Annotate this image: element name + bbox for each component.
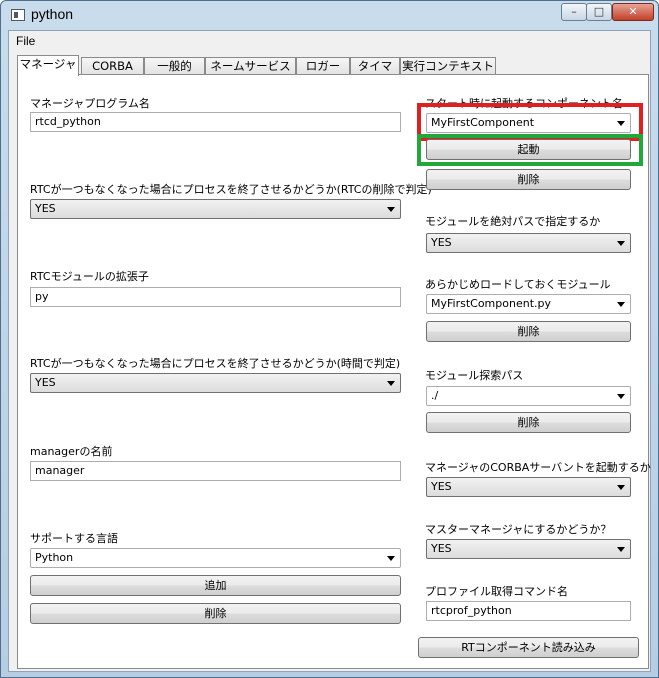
tab-timer[interactable]: タイマ <box>350 57 400 75</box>
delete-startup-component-button[interactable]: 削除 <box>426 169 631 190</box>
abs-path-value: YES <box>431 236 452 249</box>
window-icon <box>11 9 25 21</box>
rtc-module-ext-input[interactable]: py <box>30 287 401 307</box>
abs-path-select[interactable]: YES <box>426 233 631 253</box>
tab-general[interactable]: 一般的 <box>144 57 205 75</box>
menu-bar: File <box>9 31 650 51</box>
delete-preload-button[interactable]: 削除 <box>426 321 631 342</box>
minimize-button[interactable]: – <box>561 3 587 21</box>
maximize-button[interactable]: □ <box>586 3 612 21</box>
chevron-down-icon <box>617 302 625 307</box>
chevron-down-icon <box>617 241 625 246</box>
search-path-value: ./ <box>431 389 439 402</box>
master-value: YES <box>431 542 452 555</box>
load-rt-component-button[interactable]: RTコンポーネント読み込み <box>418 637 639 658</box>
chevron-down-icon <box>387 207 395 212</box>
master-label: マスターマネージャにするかどうか？ <box>425 523 612 536</box>
title-bar: python – □ ✕ <box>1 1 658 29</box>
add-language-button[interactable]: 追加 <box>30 575 401 596</box>
preload-label: あらかじめロードしておくモジュール <box>425 278 611 291</box>
client-area: File マネージャ CORBA 一般的 ネームサービス ロガー タイマ 実行コ… <box>8 30 651 672</box>
tab-manager[interactable]: マネージャ <box>17 55 79 76</box>
preload-value: MyFirstComponent.py <box>431 297 552 310</box>
profiler-input[interactable]: rtcprof_python <box>426 601 631 621</box>
tab-execution-context[interactable]: 実行コンテキスト <box>400 57 496 75</box>
menu-file[interactable]: File <box>16 34 35 48</box>
manager-settings-panel: マネージャプログラム名 rtcd_python RTCが一つもなくなった場合にプ… <box>17 74 651 669</box>
shutdown-by-time-label: RTCが一つもなくなった場合にプロセスを終了させるかどうか(時間で判定) <box>30 357 401 370</box>
tab-corba[interactable]: CORBA <box>81 57 144 75</box>
application-window: python – □ ✕ File マネージャ CORBA 一般的 ネームサービ… <box>0 0 659 678</box>
rtc-module-ext-label: RTCモジュールの拡張子 <box>30 270 149 283</box>
shutdown-on-no-rtc-value: YES <box>35 202 56 215</box>
window-title: python <box>31 6 74 22</box>
green-highlight-box <box>417 134 643 166</box>
corba-servant-label: マネージャのCORBAサーバントを起動するか <box>425 461 651 474</box>
languages-value: Python <box>35 551 74 564</box>
delete-search-path-button[interactable]: 削除 <box>426 412 631 433</box>
abs-path-label: モジュールを絶対パスで指定するか <box>425 215 601 228</box>
chevron-down-icon <box>617 394 625 399</box>
shutdown-on-no-rtc-select[interactable]: YES <box>30 199 401 219</box>
shutdown-by-time-select[interactable]: YES <box>30 373 401 393</box>
master-select[interactable]: YES <box>426 539 631 559</box>
preload-select[interactable]: MyFirstComponent.py <box>426 294 631 314</box>
chevron-down-icon <box>617 547 625 552</box>
close-button[interactable]: ✕ <box>612 3 654 21</box>
corba-servant-select[interactable]: YES <box>426 477 631 497</box>
shutdown-on-no-rtc-label: RTCが一つもなくなった場合にプロセスを終了させるかどうか(RTCの削除で判定) <box>30 183 432 196</box>
program-name-label: マネージャプログラム名 <box>30 97 150 110</box>
languages-select[interactable]: Python <box>30 548 401 568</box>
search-path-select[interactable]: ./ <box>426 386 631 406</box>
manager-name-label: managerの名前 <box>30 445 113 458</box>
chevron-down-icon <box>387 556 395 561</box>
tab-logger[interactable]: ロガー <box>296 57 350 75</box>
shutdown-by-time-value: YES <box>35 376 56 389</box>
search-path-label: モジュール探索パス <box>425 369 524 382</box>
program-name-input[interactable]: rtcd_python <box>30 112 401 132</box>
chevron-down-icon <box>387 381 395 386</box>
corba-servant-value: YES <box>431 480 452 493</box>
tab-naming-service[interactable]: ネームサービス <box>205 57 296 75</box>
delete-language-button[interactable]: 削除 <box>30 603 401 624</box>
manager-name-input[interactable]: manager <box>30 461 401 481</box>
profiler-label: プロファイル取得コマンド名 <box>425 585 568 598</box>
chevron-down-icon <box>617 485 625 490</box>
languages-label: サポートする言語 <box>30 532 118 545</box>
